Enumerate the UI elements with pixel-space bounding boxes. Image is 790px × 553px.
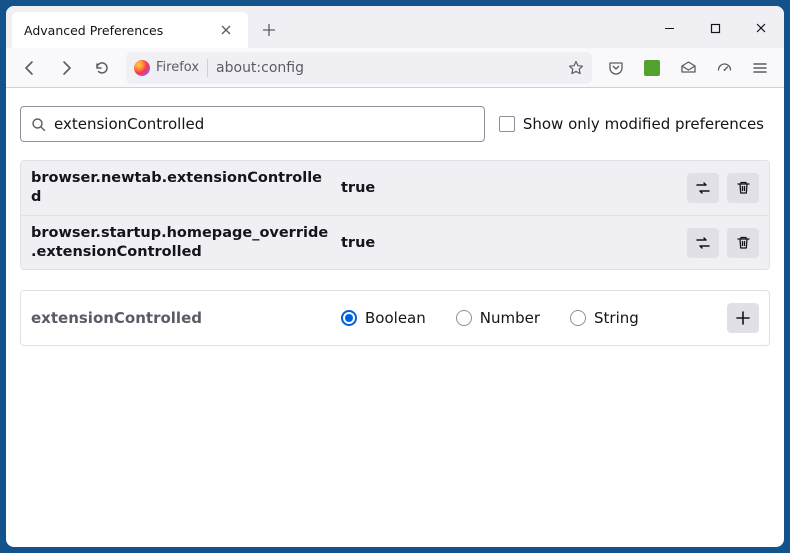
app-menu-button[interactable] <box>744 52 776 84</box>
type-string[interactable]: String <box>570 309 639 327</box>
minimize-button[interactable] <box>646 11 692 45</box>
extension-button[interactable] <box>636 52 668 84</box>
new-pref-name: extensionControlled <box>31 309 331 327</box>
close-window-button[interactable] <box>738 11 784 45</box>
search-icon <box>31 117 46 132</box>
pref-name: browser.newtab.extensionControlled <box>31 169 331 207</box>
search-box[interactable] <box>20 106 485 142</box>
delete-button[interactable] <box>727 228 759 258</box>
radio-icon <box>456 310 472 326</box>
type-label: Boolean <box>365 309 426 327</box>
radio-icon <box>341 310 357 326</box>
tab-title: Advanced Preferences <box>24 23 216 38</box>
identity-label: Firefox <box>156 60 199 75</box>
mail-button[interactable] <box>672 52 704 84</box>
forward-button[interactable] <box>50 52 82 84</box>
radio-icon <box>570 310 586 326</box>
new-tab-button[interactable] <box>254 15 284 45</box>
url-text: about:config <box>216 60 560 76</box>
pref-row: browser.newtab.extensionControlled true <box>21 161 769 215</box>
firefox-icon <box>134 60 150 76</box>
pref-value: true <box>331 235 687 251</box>
pocket-button[interactable] <box>600 52 632 84</box>
navigation-toolbar: Firefox about:config <box>6 48 784 88</box>
search-row: Show only modified preferences <box>20 106 770 142</box>
checkbox-icon <box>499 116 515 132</box>
add-button[interactable] <box>727 303 759 333</box>
browser-tab[interactable]: Advanced Preferences <box>12 12 248 48</box>
identity-box[interactable]: Firefox <box>134 60 199 76</box>
delete-button[interactable] <box>727 173 759 203</box>
dashboard-button[interactable] <box>708 52 740 84</box>
reload-button[interactable] <box>86 52 118 84</box>
new-pref-row: extensionControlled Boolean Number Strin… <box>20 290 770 346</box>
pref-actions <box>687 173 759 203</box>
search-input[interactable] <box>54 115 474 133</box>
extension-icon <box>644 60 660 76</box>
type-number[interactable]: Number <box>456 309 540 327</box>
type-options: Boolean Number String <box>331 309 727 327</box>
filter-label: Show only modified preferences <box>523 115 764 133</box>
toggle-button[interactable] <box>687 228 719 258</box>
pref-row: browser.startup.homepage_override.extens… <box>21 215 769 270</box>
window-controls <box>646 11 784 45</box>
about-config-content: Show only modified preferences browser.n… <box>6 88 784 547</box>
type-label: Number <box>480 309 540 327</box>
pref-name: browser.startup.homepage_override.extens… <box>31 224 331 262</box>
toggle-button[interactable] <box>687 173 719 203</box>
pref-actions <box>687 228 759 258</box>
url-bar[interactable]: Firefox about:config <box>126 52 592 84</box>
type-label: String <box>594 309 639 327</box>
back-button[interactable] <box>14 52 46 84</box>
maximize-button[interactable] <box>692 11 738 45</box>
type-boolean[interactable]: Boolean <box>341 309 426 327</box>
browser-window: Advanced Preferences <box>6 6 784 547</box>
titlebar: Advanced Preferences <box>6 6 784 48</box>
filter-modified-checkbox[interactable]: Show only modified preferences <box>499 115 770 133</box>
bookmark-star-icon[interactable] <box>568 60 584 76</box>
tab-close-icon[interactable] <box>216 20 236 40</box>
separator <box>207 59 208 77</box>
preferences-list: browser.newtab.extensionControlled true … <box>20 160 770 270</box>
pref-value: true <box>331 180 687 196</box>
